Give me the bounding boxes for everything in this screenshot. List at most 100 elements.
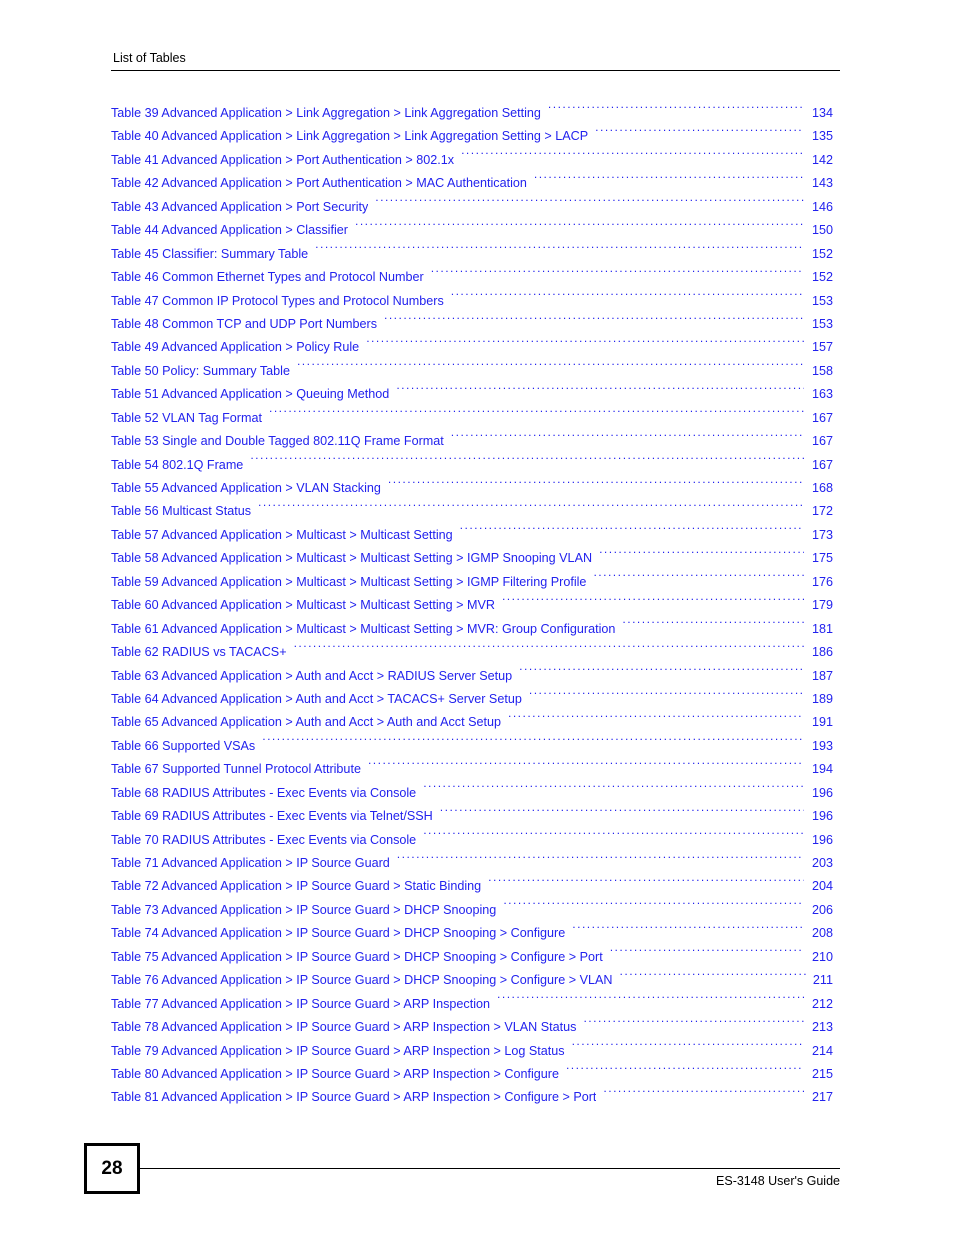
toc-entry[interactable]: Table 52 VLAN Tag Format 167 [111, 407, 833, 430]
toc-entry[interactable]: Table 55 Advanced Application > VLAN Sta… [111, 477, 833, 500]
toc-entry-page: 179 [811, 598, 833, 613]
toc-entry-page: 187 [811, 668, 833, 683]
toc-entry-label: Table 80 Advanced Application > IP Sourc… [111, 1066, 559, 1081]
toc-dot-leader [548, 104, 804, 117]
toc-entry-page: 196 [811, 785, 833, 800]
toc-dot-leader [620, 972, 807, 985]
toc-dot-leader [488, 878, 804, 891]
toc-entry-label: Table 50 Policy: Summary Table [111, 363, 290, 378]
toc-entry[interactable]: Table 67 Supported Tunnel Protocol Attri… [111, 758, 833, 781]
toc-entry[interactable]: Table 51 Advanced Application > Queuing … [111, 383, 833, 406]
toc-entry[interactable]: Table 56 Multicast Status 172 [111, 500, 833, 523]
toc-entry-label: Table 49 Advanced Application > Policy R… [111, 340, 360, 355]
toc-entry-page: 203 [811, 856, 833, 870]
toc-dot-leader [534, 175, 804, 188]
toc-entry[interactable]: Table 65 Advanced Application > Auth and… [111, 711, 833, 734]
toc-entry[interactable]: Table 44 Advanced Application > Classifi… [111, 219, 833, 242]
toc-entry[interactable]: Table 80 Advanced Application > IP Sourc… [111, 1063, 833, 1086]
toc-dot-leader [250, 456, 804, 469]
footer-divider [131, 1168, 840, 1169]
toc-entry-label: Table 53 Single and Double Tagged 802.11… [111, 434, 444, 449]
toc-entry-page: 167 [811, 434, 833, 449]
toc-entry[interactable]: Table 72 Advanced Application > IP Sourc… [111, 875, 833, 898]
toc-entry-label: Table 42 Advanced Application > Port Aut… [111, 176, 527, 191]
toc-entry-label: Table 74 Advanced Application > IP Sourc… [111, 926, 566, 941]
toc-dot-leader [315, 245, 804, 258]
toc-entry[interactable]: Table 64 Advanced Application > Auth and… [111, 688, 833, 711]
toc-entry-label: Table 77 Advanced Application > IP Sourc… [111, 996, 491, 1011]
toc-entry[interactable]: Table 58 Advanced Application > Multicas… [111, 547, 833, 570]
toc-entry-page: 163 [811, 387, 833, 402]
toc-dot-leader [519, 667, 804, 680]
toc-entry-label: Table 47 Common IP Protocol Types and Pr… [111, 293, 444, 308]
toc-entry[interactable]: Table 81 Advanced Application > IP Sourc… [111, 1086, 833, 1109]
toc-entry[interactable]: Table 66 Supported VSAs 193 [111, 735, 833, 758]
toc-entry[interactable]: Table 75 Advanced Application > IP Sourc… [111, 946, 833, 969]
toc-entry-page: 153 [811, 316, 833, 331]
toc-entry-label: Table 75 Advanced Application > IP Sourc… [111, 949, 603, 964]
toc-entry[interactable]: Table 68 RADIUS Attributes - Exec Events… [111, 782, 833, 805]
toc-entry-label: Table 39 Advanced Application > Link Agg… [111, 106, 541, 120]
toc-dot-leader [503, 901, 804, 914]
toc-entry[interactable]: Table 43 Advanced Application > Port Sec… [111, 196, 833, 219]
toc-entry[interactable]: Table 76 Advanced Application > IP Sourc… [111, 969, 833, 992]
toc-entry[interactable]: Table 74 Advanced Application > IP Sourc… [111, 922, 833, 945]
toc-entry-page: 168 [811, 481, 833, 495]
toc-entry[interactable]: Table 59 Advanced Application > Multicas… [111, 571, 833, 594]
toc-entry[interactable]: Table 50 Policy: Summary Table 158 [111, 360, 833, 383]
toc-entry-page: 172 [811, 504, 833, 519]
toc-entry-page: 215 [811, 1066, 833, 1081]
toc-entry-label: Table 65 Advanced Application > Auth and… [111, 715, 501, 730]
toc-entry-label: Table 73 Advanced Application > IP Sourc… [111, 902, 497, 917]
toc-entry[interactable]: Table 70 RADIUS Attributes - Exec Events… [111, 829, 833, 852]
toc-entry-label: Table 62 RADIUS vs TACACS+ [111, 645, 287, 660]
header-divider [111, 70, 840, 71]
toc-dot-leader [388, 479, 804, 492]
toc-entry[interactable]: Table 49 Advanced Application > Policy R… [111, 336, 833, 359]
toc-dot-leader [368, 761, 804, 774]
toc-entry[interactable]: Table 78 Advanced Application > IP Sourc… [111, 1016, 833, 1039]
toc-entry-page: 167 [811, 457, 833, 472]
toc-entry-label: Table 51 Advanced Application > Queuing … [111, 387, 390, 402]
toc-entry[interactable]: Table 47 Common IP Protocol Types and Pr… [111, 290, 833, 313]
toc-entry[interactable]: Table 39 Advanced Application > Link Agg… [111, 102, 833, 125]
toc-entry[interactable]: Table 61 Advanced Application > Multicas… [111, 618, 833, 641]
toc-dot-leader [593, 573, 804, 586]
toc-entry[interactable]: Table 63 Advanced Application > Auth and… [111, 665, 833, 688]
toc-dot-leader [297, 362, 804, 375]
toc-entry[interactable]: Table 41 Advanced Application > Port Aut… [111, 149, 833, 172]
toc-entry[interactable]: Table 79 Advanced Application > IP Sourc… [111, 1040, 833, 1063]
toc-entry-page: 135 [811, 129, 833, 144]
toc-entry[interactable]: Table 60 Advanced Application > Multicas… [111, 594, 833, 617]
toc-entry[interactable]: Table 53 Single and Double Tagged 802.11… [111, 430, 833, 453]
toc-entry[interactable]: Table 73 Advanced Application > IP Sourc… [111, 899, 833, 922]
toc-entry[interactable]: Table 62 RADIUS vs TACACS+ 186 [111, 641, 833, 664]
toc-entry[interactable]: Table 57 Advanced Application > Multicas… [111, 524, 833, 547]
toc-entry-page: 211 [812, 973, 833, 988]
footer-guide-title: ES-3148 User's Guide [716, 1174, 840, 1188]
toc-entry[interactable]: Table 71 Advanced Application > IP Sourc… [111, 852, 833, 875]
toc-entry[interactable]: Table 42 Advanced Application > Port Aut… [111, 172, 833, 195]
toc-entry-page: 213 [811, 1020, 833, 1035]
toc-entry-page: 214 [811, 1043, 833, 1058]
toc-entry-page: 175 [811, 551, 833, 566]
toc-entry-label: Table 63 Advanced Application > Auth and… [111, 668, 513, 683]
toc-entry-label: Table 76 Advanced Application > IP Sourc… [111, 973, 613, 988]
toc-entry-label: Table 41 Advanced Application > Port Aut… [111, 152, 455, 167]
toc-dot-leader [423, 831, 804, 844]
toc-entry-page: 142 [811, 152, 833, 167]
toc-entry-page: 181 [811, 621, 833, 636]
toc-entry-label: Table 46 Common Ethernet Types and Proto… [111, 270, 424, 285]
toc-dot-leader [396, 386, 804, 399]
toc-entry[interactable]: Table 48 Common TCP and UDP Port Numbers… [111, 313, 833, 336]
toc-entry[interactable]: Table 40 Advanced Application > Link Agg… [111, 125, 833, 148]
toc-dot-leader [603, 1089, 804, 1102]
toc-entry-label: Table 57 Advanced Application > Multicas… [111, 527, 453, 542]
toc-entry-page: 157 [811, 340, 833, 355]
toc-entry[interactable]: Table 46 Common Ethernet Types and Proto… [111, 266, 833, 289]
toc-entry[interactable]: Table 77 Advanced Application > IP Sourc… [111, 993, 833, 1016]
toc-dot-leader [502, 597, 804, 610]
toc-entry[interactable]: Table 45 Classifier: Summary Table 152 [111, 243, 833, 266]
toc-entry[interactable]: Table 69 RADIUS Attributes - Exec Events… [111, 805, 833, 828]
toc-entry[interactable]: Table 54 802.1Q Frame 167 [111, 454, 833, 477]
